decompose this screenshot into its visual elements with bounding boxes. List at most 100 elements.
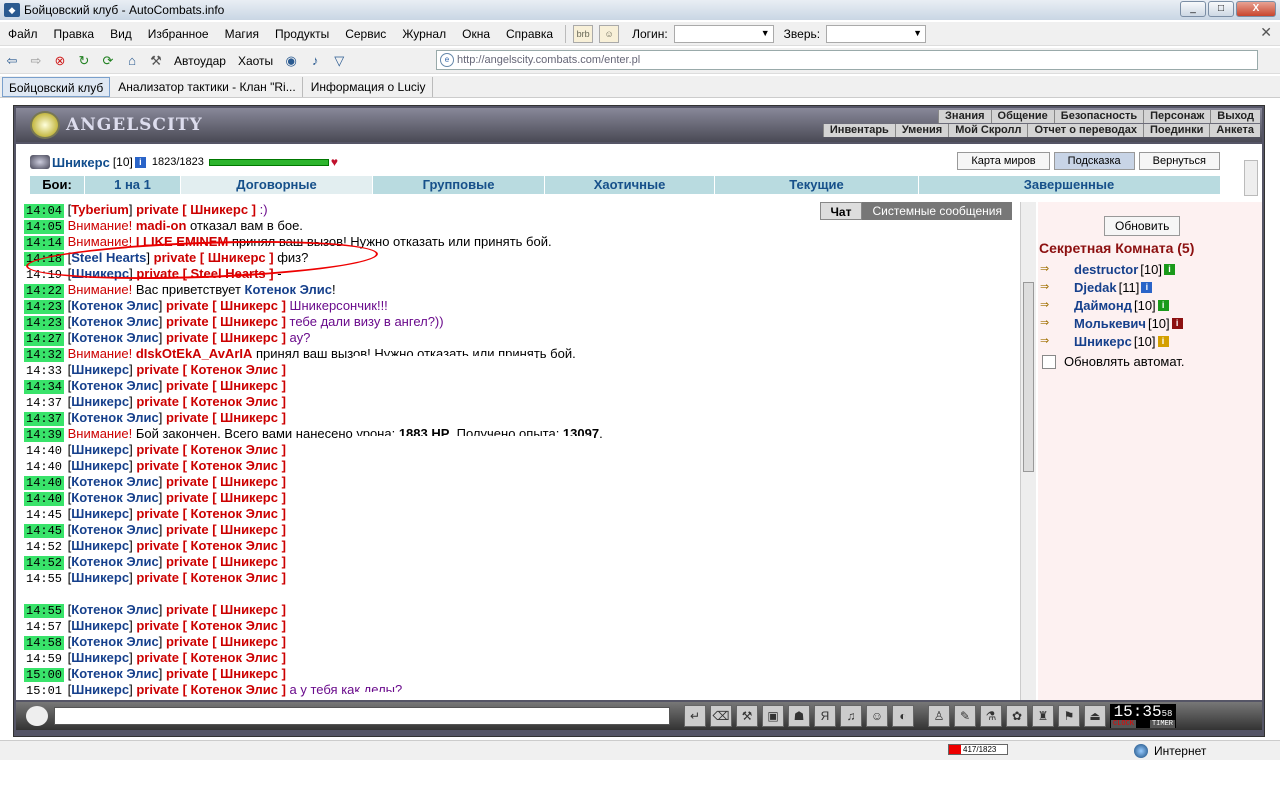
menu-favorites[interactable]: Избранное — [140, 27, 217, 41]
menu-view[interactable]: Вид — [102, 27, 140, 41]
nickname[interactable]: Котенок Элис — [71, 410, 158, 425]
timestamp[interactable]: 14:05 — [24, 220, 65, 234]
menu-edit[interactable]: Правка — [46, 27, 103, 41]
nav-my-scroll[interactable]: Мой Скролл — [948, 124, 1028, 137]
maximize-button[interactable]: □ — [1208, 1, 1234, 17]
timestamp[interactable]: 14:22 — [24, 284, 65, 298]
private-arrow-icon[interactable]: ⇒ — [1040, 262, 1066, 276]
translit-icon[interactable]: Я — [814, 705, 836, 727]
info-icon[interactable]: i — [1157, 335, 1169, 347]
nickname[interactable]: Шникерс — [71, 618, 129, 633]
forward-icon[interactable]: ⇨ — [26, 51, 46, 71]
nickname[interactable]: Шникерс — [71, 506, 129, 521]
private-tag[interactable]: private [ Шникерс ] — [166, 490, 286, 505]
sound-icon[interactable]: ♪ — [305, 51, 325, 71]
nickname[interactable]: Котенок Элис — [71, 666, 158, 681]
hint-button[interactable]: Подсказка — [1053, 152, 1135, 170]
private-tag[interactable]: private [ Шникерс ] — [166, 314, 286, 329]
chaos-button[interactable]: Хаоты — [234, 51, 277, 71]
private-tag[interactable]: private [ Шникерс ] — [166, 666, 286, 681]
eye-icon[interactable]: ◉ — [281, 51, 301, 71]
timestamp[interactable]: 14:40 — [24, 492, 65, 506]
autohit-button[interactable]: Автоудар — [170, 51, 230, 71]
nav-social[interactable]: Общение — [990, 110, 1054, 123]
info-icon[interactable]: i — [1163, 263, 1175, 275]
timestamp[interactable]: 14:52 — [24, 556, 65, 570]
private-tag[interactable]: private [ Шникерс ] — [166, 298, 286, 313]
eraser-icon[interactable]: ⌫ — [710, 705, 732, 727]
private-tag[interactable]: private [ Шникерс ] — [166, 522, 286, 537]
timestamp[interactable]: 14:55 — [24, 604, 65, 618]
scrollbar-thumb[interactable] — [1023, 282, 1034, 472]
timestamp[interactable]: 15:00 — [24, 668, 65, 682]
potion-icon[interactable]: ⚗ — [980, 705, 1002, 727]
tab-chaotic[interactable]: Хаотичные — [545, 176, 715, 194]
tab-finished[interactable]: Завершенные — [919, 176, 1219, 194]
exit-icon[interactable]: ⏏ — [1084, 705, 1106, 727]
menu-close-icon[interactable]: ✕ — [1260, 24, 1272, 41]
tab-agreed[interactable]: Договорные — [181, 176, 373, 194]
address-bar[interactable]: e http://angelscity.combats.com/enter.pl — [436, 50, 1258, 70]
nickname[interactable]: Котенок Элис — [71, 378, 158, 393]
mask-icon[interactable]: ◐ — [892, 705, 914, 727]
refresh-button[interactable]: Обновить — [1104, 216, 1181, 236]
timestamp[interactable]: 14:23 — [24, 316, 65, 330]
private-tag[interactable]: private [ Котенок Элис ] — [136, 618, 286, 633]
nickname[interactable]: Шникерс — [71, 650, 129, 665]
menu-magic[interactable]: Магия — [217, 27, 267, 41]
timestamp[interactable]: 14:04 — [24, 204, 65, 218]
info-icon[interactable]: i — [134, 156, 146, 168]
filter-icon[interactable]: ▽ — [329, 51, 349, 71]
timestamp[interactable]: 14:27 — [24, 332, 65, 346]
top-scrollbar[interactable] — [1244, 160, 1258, 196]
runner-icon[interactable]: ☗ — [788, 705, 810, 727]
private-arrow-icon[interactable]: ⇒ — [1040, 316, 1066, 330]
nickname[interactable]: Котенок Элис — [71, 522, 158, 537]
back-icon[interactable]: ⇦ — [2, 51, 22, 71]
private-tag[interactable]: private [ Шникерс ] — [136, 202, 256, 217]
tab-group[interactable]: Групповые — [373, 176, 545, 194]
private-tag[interactable]: private [ Котенок Элис ] — [136, 458, 286, 473]
timestamp[interactable]: 14:39 — [24, 428, 65, 442]
private-tag[interactable]: private [ Котенок Элис ] — [136, 682, 286, 697]
private-tag[interactable]: private [ Шникерс ] — [166, 634, 286, 649]
castle-icon[interactable]: ♜ — [1032, 705, 1054, 727]
user-name[interactable]: Шникерс — [1074, 334, 1132, 349]
nickname[interactable]: Котенок Элис — [71, 314, 158, 329]
nav-transfer-report[interactable]: Отчет о переводах — [1027, 124, 1144, 137]
nickname[interactable]: Шникерс — [71, 394, 129, 409]
timestamp[interactable]: 14:40 — [24, 444, 64, 458]
timestamp[interactable]: 14:40 — [24, 460, 64, 474]
menu-journal[interactable]: Журнал — [394, 27, 454, 41]
private-arrow-icon[interactable]: ⇒ — [1040, 298, 1066, 312]
private-tag[interactable]: private [ Шникерс ] — [166, 698, 286, 700]
timestamp[interactable]: 14:33 — [24, 364, 64, 378]
nav-skills[interactable]: Умения — [894, 124, 949, 137]
menu-service[interactable]: Сервис — [337, 27, 394, 41]
timestamp[interactable]: 14:55 — [24, 572, 64, 586]
nickname[interactable]: Шникерс — [71, 442, 129, 457]
private-tag[interactable]: private [ Котенок Элис ] — [136, 394, 286, 409]
player-name[interactable]: Шникерс — [52, 155, 110, 170]
home-icon[interactable]: ⌂ — [122, 51, 142, 71]
smiley-icon[interactable]: ☺ — [599, 24, 620, 43]
nickname[interactable]: Шникерс — [71, 538, 129, 553]
flag-icon[interactable]: ⚑ — [1058, 705, 1080, 727]
minimize-button[interactable]: _ — [1180, 1, 1206, 17]
nickname[interactable]: dIskOtEkA_AvArIA — [136, 346, 253, 361]
private-tag[interactable]: private [ Котенок Элис ] — [136, 362, 286, 377]
private-tag[interactable]: private [ Шникерс ] — [166, 410, 286, 425]
chat-input[interactable] — [54, 707, 670, 725]
tab-fight-club[interactable]: Бойцовский клуб — [2, 76, 111, 97]
private-tag[interactable]: private [ Шникерс ] — [166, 554, 286, 569]
timestamp[interactable]: 14:59 — [24, 652, 64, 666]
menu-help[interactable]: Справка — [498, 27, 561, 41]
nickname[interactable]: Котенок Элис — [71, 602, 158, 617]
nickname[interactable]: madi-on — [136, 218, 187, 233]
sound-icon[interactable]: ♫ — [840, 705, 862, 727]
send-icon[interactable]: ↵ — [684, 705, 706, 727]
nickname[interactable]: Шникерс — [71, 682, 129, 697]
brb-icon[interactable]: brb — [573, 24, 594, 43]
nickname[interactable]: Котенок Элис — [71, 298, 158, 313]
user-name[interactable]: Даймонд — [1074, 298, 1132, 313]
